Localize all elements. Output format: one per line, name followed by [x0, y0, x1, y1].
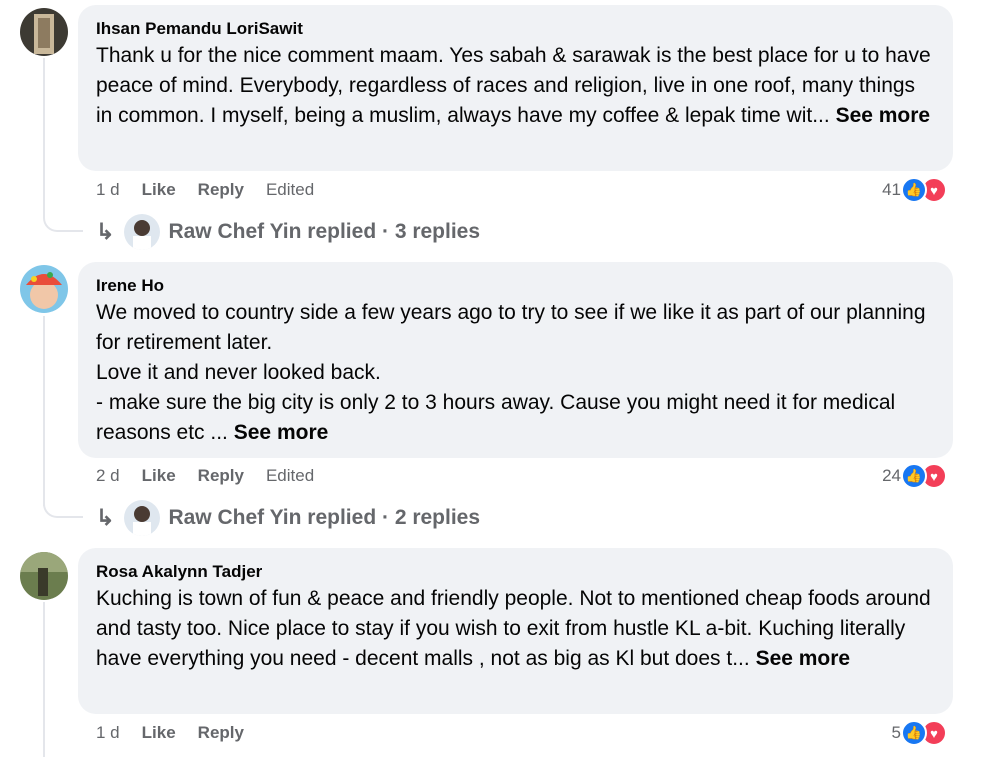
comment-author[interactable]: Irene Ho	[96, 274, 935, 298]
comment-bubble: Irene Ho We moved to country side a few …	[78, 262, 953, 458]
avatar[interactable]	[20, 552, 68, 600]
see-more-link[interactable]: See more	[234, 421, 329, 444]
comment-author[interactable]: Ihsan Pemandu LoriSawit	[96, 17, 935, 41]
reply-button[interactable]: Reply	[198, 466, 244, 486]
reaction-count: 5	[891, 723, 901, 742]
edited-label: Edited	[265, 180, 315, 199]
reply-arrow-icon: ↳	[96, 219, 115, 244]
view-replies-button[interactable]: ↳ Raw Chef Yin replied · 2 replies	[96, 500, 480, 536]
replies-text: Raw Chef Yin replied · 3 replies	[168, 220, 481, 243]
edited-label: Edited	[265, 466, 315, 485]
like-reaction-icon: 👍	[901, 177, 927, 203]
like-reaction-icon: 👍	[901, 463, 927, 489]
comment-text: Kuching is town of fun & peace and frien…	[96, 587, 931, 670]
view-replies-button[interactable]: ↳ Raw Chef Yin replied · 3 replies	[96, 214, 480, 250]
reply-button[interactable]: Reply	[198, 723, 244, 743]
reaction-summary[interactable]: 5 👍 ♥	[892, 720, 947, 746]
avatar[interactable]	[20, 8, 68, 56]
like-button[interactable]: Like	[142, 180, 176, 200]
like-button[interactable]: Like	[142, 466, 176, 486]
reaction-count: 41	[882, 180, 901, 199]
comment-text: We moved to country side a few years ago…	[96, 301, 926, 444]
comment-time[interactable]: 1 d	[96, 180, 120, 200]
avatar[interactable]	[20, 265, 68, 313]
reply-arrow-icon: ↳	[96, 505, 115, 530]
comment-bubble: Ihsan Pemandu LoriSawit Thank u for the …	[78, 5, 953, 171]
reaction-count: 24	[882, 466, 901, 485]
comment-time[interactable]: 2 d	[96, 466, 120, 486]
like-reaction-icon: 👍	[901, 720, 927, 746]
replies-text: Raw Chef Yin replied · 2 replies	[168, 506, 481, 529]
see-more-link[interactable]: See more	[836, 104, 931, 127]
avatar	[124, 214, 161, 250]
see-more-link[interactable]: See more	[756, 647, 851, 670]
comment-author[interactable]: Rosa Akalynn Tadjer	[96, 560, 935, 584]
comment-time[interactable]: 1 d	[96, 723, 120, 743]
reply-button[interactable]: Reply	[198, 180, 244, 200]
comment-bubble: Rosa Akalynn Tadjer Kuching is town of f…	[78, 548, 953, 714]
reaction-summary[interactable]: 41 👍 ♥	[882, 177, 947, 203]
like-button[interactable]: Like	[142, 723, 176, 743]
avatar	[124, 500, 161, 536]
comment-text: Thank u for the nice comment maam. Yes s…	[96, 44, 931, 127]
reaction-summary[interactable]: 24 👍 ♥	[882, 463, 947, 489]
